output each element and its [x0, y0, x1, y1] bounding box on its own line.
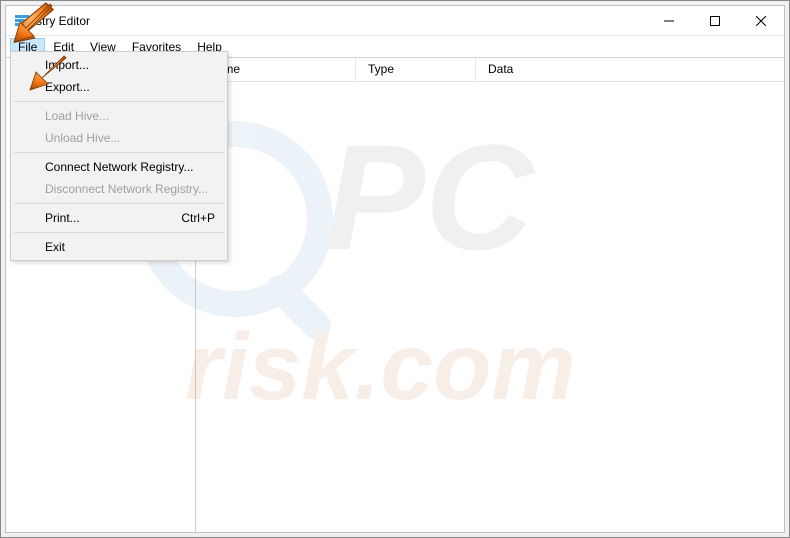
menu-print-label: Print...	[45, 211, 80, 225]
column-type[interactable]: Type	[356, 58, 476, 81]
app-icon	[14, 13, 30, 29]
menu-print[interactable]: Print... Ctrl+P	[13, 207, 225, 229]
window-title: stry Editor	[36, 14, 646, 28]
window-controls	[646, 6, 784, 35]
minimize-button[interactable]	[646, 6, 692, 35]
menu-unload-hive: Unload Hive...	[13, 127, 225, 149]
file-menu-dropdown: Import... Export... Load Hive... Unload …	[10, 51, 228, 261]
menu-separator	[14, 232, 224, 233]
menu-load-hive: Load Hive...	[13, 105, 225, 127]
menu-exit[interactable]: Exit	[13, 236, 225, 258]
menu-separator	[14, 152, 224, 153]
menu-print-shortcut: Ctrl+P	[181, 211, 215, 225]
menu-import[interactable]: Import...	[13, 54, 225, 76]
menu-disconnect-network: Disconnect Network Registry...	[13, 178, 225, 200]
menu-separator	[14, 203, 224, 204]
maximize-button[interactable]	[692, 6, 738, 35]
list-pane[interactable]: Name Type Data	[196, 58, 784, 532]
close-button[interactable]	[738, 6, 784, 35]
titlebar[interactable]: stry Editor	[6, 6, 784, 36]
column-data[interactable]: Data	[476, 58, 784, 81]
menu-export[interactable]: Export...	[13, 76, 225, 98]
list-header: Name Type Data	[196, 58, 784, 82]
menu-connect-network[interactable]: Connect Network Registry...	[13, 156, 225, 178]
menu-separator	[14, 101, 224, 102]
